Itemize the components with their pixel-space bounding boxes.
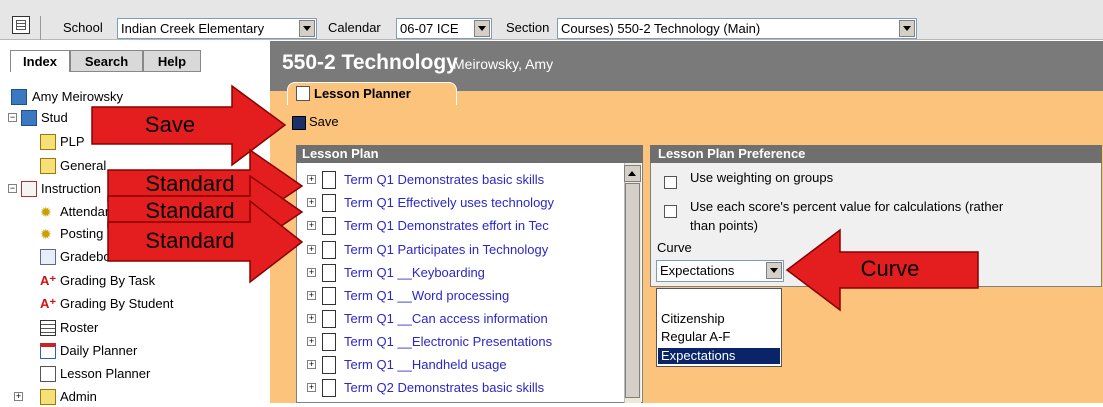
standard-arrow-2-label: Standard [145,198,235,223]
save-arrow-label: Save [144,112,196,137]
standard-arrow-3-label: Standard [145,228,235,253]
curve-arrow-label: Curve [860,256,920,281]
standard-arrow-1-label: Standard [145,171,235,196]
